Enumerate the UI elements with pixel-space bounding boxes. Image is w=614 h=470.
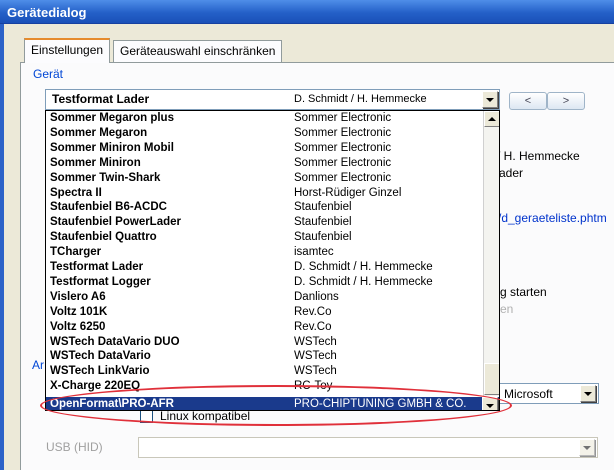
list-item-maker: D. Schmidt / H. Hemmecke [294, 275, 433, 288]
list-item-maker: Sommer Electronic [294, 112, 392, 124]
list-item-maker: Sommer Electronic [294, 156, 392, 169]
device-combo-maker: D. Schmidt / H. Hemmecke [294, 93, 427, 105]
list-item-name: Staufenbiel Quattro [50, 231, 157, 244]
list-item-name: WSTech LinkVario [50, 365, 150, 378]
list-item[interactable]: WSTech DataVario DUO WSTech [46, 336, 483, 348]
device-combo[interactable]: Testformat Lader D. Schmidt / H. Hemmeck… [45, 89, 500, 110]
usb-combo[interactable] [138, 437, 598, 458]
list-item[interactable]: WSTech DataVario WSTech [46, 350, 483, 362]
list-item-name: Spectra II [50, 186, 102, 199]
list-item-maker: PRO-CHIPTUNING GMBH & CO. [294, 398, 467, 410]
list-item-name: Staufenbiel B6-ACDC [50, 201, 167, 214]
prev-button[interactable]: < [509, 92, 547, 110]
list-item-maker: Staufenbiel [294, 201, 352, 214]
chevron-down-icon[interactable] [579, 439, 595, 456]
list-item-maker: Staufenbiel [294, 216, 352, 229]
list-item[interactable]: Sommer Twin-Shark Sommer Electronic [46, 172, 483, 184]
list-item[interactable]: Sommer Miniron Mobil Sommer Electronic [46, 142, 483, 154]
dropdown-scrollbar[interactable] [483, 111, 499, 396]
tab-geraeteauswahl[interactable]: Geräteauswahl einschränken [113, 40, 283, 62]
list-item-name: Vislero A6 [50, 290, 106, 303]
chevron-down-icon[interactable] [482, 91, 498, 108]
list-item-maker: WSTech [294, 350, 337, 363]
list-item[interactable]: Sommer Miniron Sommer Electronic [46, 157, 483, 169]
list-item[interactable]: TCharger isamtec [46, 246, 483, 258]
scroll-up-icon[interactable] [484, 111, 499, 127]
section-label-partial: Ar [32, 358, 44, 372]
list-item-name: WSTech DataVario [50, 350, 151, 363]
list-item-name: Sommer Megaron plus [50, 112, 174, 124]
window-title: Gerätedialog [7, 5, 87, 20]
list-item-maker: Sommer Electronic [294, 171, 392, 184]
list-item-maker: WSTech [294, 365, 337, 378]
linux-checkbox[interactable] [140, 410, 153, 423]
device-dropdown-list[interactable]: Sommer Megaron plus Sommer Electronic Somm… [45, 110, 500, 411]
scroll-thumb[interactable] [484, 363, 499, 395]
version-combo-value: Microsoft [504, 387, 553, 401]
group-label-geraet: Gerät [33, 67, 64, 81]
list-item-maker: WSTech [294, 335, 337, 348]
title-bar: Gerätedialog [0, 0, 614, 24]
list-item[interactable]: Staufenbiel B6-ACDC Staufenbiel [46, 201, 483, 213]
chevron-down-icon[interactable] [482, 397, 498, 410]
list-item[interactable]: Sommer Megaron plus Sommer Electronic [46, 112, 483, 124]
list-item[interactable]: Staufenbiel Quattro Staufenbiel [46, 231, 483, 243]
usb-label: USB (HID) [46, 440, 103, 454]
list-item-name: X-Charge 220EQ [50, 380, 141, 393]
maker-text-partial: / H. Hemmecke [497, 149, 580, 163]
list-item-maker: isamtec [294, 246, 334, 259]
list-item-name: WSTech DataVario DUO [50, 335, 180, 348]
list-item-maker: Sommer Electronic [294, 126, 392, 139]
linux-checkbox-label: Linux kompatibel [160, 409, 251, 423]
list-item[interactable]: Vislero A6 Danlions [46, 291, 483, 303]
list-item-name: Sommer Miniron [50, 156, 141, 169]
list-item[interactable]: Spectra II Horst-Rüdiger Ginzel [46, 187, 483, 199]
list-item-maker: Horst-Rüdiger Ginzel [294, 186, 402, 199]
list-item[interactable]: Staufenbiel PowerLader Staufenbiel [46, 216, 483, 228]
list-item[interactable]: X-Charge 220EQ RC-Toy [46, 380, 483, 392]
list-item-name: TCharger [50, 246, 102, 259]
list-item-name: Voltz 6250 [50, 320, 106, 333]
tab-einstellungen[interactable]: Einstellungen [24, 38, 111, 63]
list-item-name: Sommer Twin-Shark [50, 171, 161, 184]
list-item[interactable]: Voltz 101K Rev.Co [46, 306, 483, 318]
list-item-name: Sommer Megaron [50, 126, 148, 139]
device-combo-name: Testformat Lader [52, 92, 150, 106]
list-item-maker: Sommer Electronic [294, 141, 392, 154]
list-item[interactable]: WSTech LinkVario WSTech [46, 365, 483, 377]
list-item-name: OpenFormat\PRO-AFR [50, 398, 174, 410]
chevron-down-icon[interactable] [580, 385, 596, 402]
list-item-maker: RC-Toy [294, 380, 333, 393]
list-item[interactable]: Testformat Logger D. Schmidt / H. Hemmeck… [46, 276, 483, 288]
list-item-name: Testformat Lader [50, 261, 144, 273]
start-text-partial: g starten [500, 285, 547, 299]
list-item-maker: Rev.Co [294, 320, 332, 333]
grey-text-partial: en [500, 302, 514, 316]
device-list-link[interactable]: /d_geraeteliste.phtm [498, 211, 607, 225]
list-item-name: Staufenbiel PowerLader [50, 216, 182, 229]
list-item-maker: Staufenbiel [294, 231, 352, 244]
type-text-partial: ader [499, 166, 524, 180]
list-item-maker: Rev.Co [294, 305, 332, 318]
version-combo[interactable]: Microsoft [499, 383, 599, 404]
list-item-selected[interactable]: OpenFormat\PRO-AFR PRO-CHIPTUNING GMBH &… [46, 397, 499, 410]
list-item[interactable]: Sommer Megaron Sommer Electronic [46, 127, 483, 139]
list-item[interactable]: Testformat Lader D. Schmidt / H. Hemmecke [46, 261, 483, 273]
list-item-name: Voltz 101K [50, 305, 108, 318]
list-item-name: Testformat Logger [50, 275, 151, 288]
list-item-maker: Danlions [294, 290, 339, 303]
list-item-name: Sommer Miniron Mobil [50, 141, 174, 154]
list-item-maker: D. Schmidt / H. Hemmecke [294, 261, 433, 273]
list-item[interactable]: Voltz 6250 Rev.Co [46, 321, 483, 333]
next-button[interactable]: > [547, 92, 585, 110]
window-frame-left [0, 24, 4, 470]
